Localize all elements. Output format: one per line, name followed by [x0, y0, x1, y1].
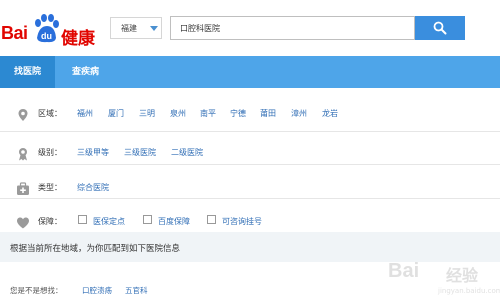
region-option-nanping[interactable]: 南平 [200, 108, 216, 119]
filter-level-label: 级别： [38, 148, 62, 157]
search-button[interactable] [415, 16, 465, 40]
filter-guarantee-label: 保障： [38, 217, 62, 226]
logo-text-jiankang: 健康 [61, 29, 95, 49]
region-option-ningde[interactable]: 宁德 [230, 108, 246, 119]
paw-icon: du [35, 14, 59, 43]
watermark-bai: Bai [388, 260, 420, 282]
filter-type-label: 类型： [38, 183, 62, 192]
suggest-link-mouth-ulcer[interactable]: 口腔溃疡 [82, 285, 112, 296]
city-select-value: 福建 [121, 24, 137, 33]
baidu-jingyan-watermark: Bai 经验 jingyan.baidu.com [388, 254, 500, 304]
heart-icon [17, 217, 29, 229]
watermark-jingyan: 经验 [446, 266, 479, 285]
guarantee-option-consult[interactable]: 可咨询挂号 [222, 216, 262, 227]
city-select[interactable]: 福建 [110, 17, 162, 39]
region-option-xiamen[interactable]: 厦门 [108, 108, 124, 119]
checkbox-consult-register[interactable] [207, 215, 216, 224]
divider [0, 164, 500, 165]
main-nav: 找医院 查疾病 [0, 56, 500, 88]
filter-region-row: 区域： 福州 厦门 三明 泉州 南平 宁德 莆田 漳州 龙岩 [0, 98, 500, 130]
did-you-mean-label: 您是不是想找： [10, 286, 63, 295]
guarantee-option-insurance[interactable]: 医保定点 [93, 216, 125, 227]
search-input-value: 口腔科医院 [180, 24, 220, 33]
tab-find-hospital[interactable]: 找医院 [0, 56, 55, 88]
baidu-health-logo[interactable]: Bai du 健康 [0, 12, 100, 49]
region-option-fuzhou[interactable]: 福州 [77, 108, 93, 119]
header: Bai du 健康 福建 口腔科医院 [0, 0, 500, 56]
award-ribbon-icon [19, 148, 27, 161]
region-option-sanming[interactable]: 三明 [139, 108, 155, 119]
level-option-grade3[interactable]: 三级医院 [124, 147, 156, 158]
checkbox-insurance[interactable] [78, 215, 87, 224]
match-info-text: 根据当前所在地域，为你匹配到如下医院信息 [10, 244, 181, 254]
watermark-url: jingyan.baidu.com [438, 287, 500, 295]
region-option-zhangzhou[interactable]: 漳州 [291, 108, 307, 119]
location-pin-icon [18, 109, 28, 121]
region-option-longyan[interactable]: 龙岩 [322, 108, 338, 119]
filter-type-row: 类型： 综合医院 [0, 172, 500, 204]
guarantee-option-baidu[interactable]: 百度保障 [158, 216, 190, 227]
logo-text-bai: Bai [1, 23, 28, 43]
chevron-down-icon [150, 26, 158, 31]
region-option-putian[interactable]: 莆田 [260, 108, 276, 119]
search-input[interactable]: 口腔科医院 [170, 16, 415, 40]
level-option-grade2[interactable]: 二级医院 [171, 147, 203, 158]
search-icon [433, 21, 447, 35]
tab-check-disease[interactable]: 查疾病 [58, 56, 113, 88]
checkbox-baidu-guarantee[interactable] [143, 215, 152, 224]
suggest-link-ent[interactable]: 五官科 [125, 285, 148, 296]
level-option-grade3a[interactable]: 三级甲等 [77, 147, 109, 158]
type-option-general[interactable]: 综合医院 [77, 182, 109, 193]
divider [0, 131, 500, 132]
filter-region-label: 区域： [38, 109, 62, 118]
divider [0, 198, 500, 199]
medical-kit-icon [17, 182, 29, 195]
region-option-quanzhou[interactable]: 泉州 [170, 108, 186, 119]
svg-text:du: du [41, 31, 52, 41]
